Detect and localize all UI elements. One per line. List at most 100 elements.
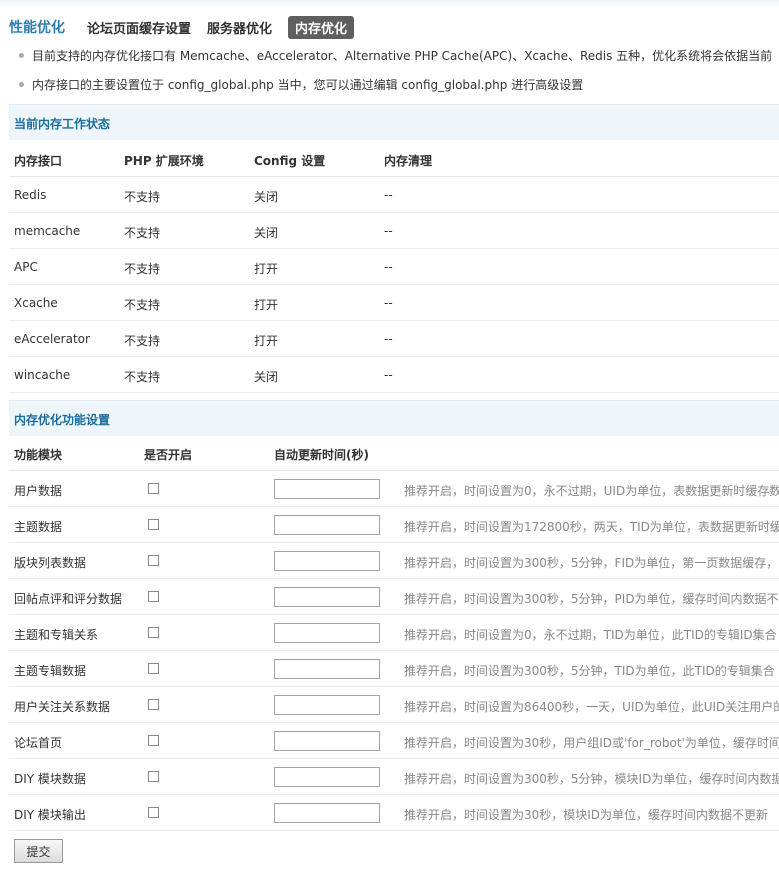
page-header: 性能优化 论坛页面缓存设置 服务器优化 内存优化 [9, 14, 370, 40]
enable-checkbox[interactable] [148, 807, 159, 818]
config-setting-cell: 打开 [254, 298, 279, 312]
tab-memory-optimization[interactable]: 内存优化 [288, 15, 355, 39]
enable-checkbox[interactable] [148, 555, 159, 566]
table-row: 主题和专辑关系 推荐开启，时间设置为0，永不过期，TID为单位，此TID的专辑ID… [9, 615, 779, 651]
column-header: 是否开启 [144, 448, 193, 462]
table-row: eAccelerator 不支持 打开 -- [9, 321, 779, 357]
table-row: 主题数据 推荐开启，时间设置为172800秒，两天，TID为单位，表数据更新时缓 [9, 507, 779, 543]
table-row: 回帖点评和评分数据 推荐开启，时间设置为300秒，5分钟，PID为单位，缓存时间内… [9, 579, 779, 615]
status-section-header: 当前内存工作状态 [9, 104, 779, 140]
module-description: 推荐开启，时间设置为300秒，5分钟，TID为单位，此TID的专辑集合 [404, 664, 775, 678]
memory-interface-cell: Xcache [14, 296, 58, 310]
module-name: DIY 模块输出 [14, 808, 86, 822]
settings-table-header: 功能模块 是否开启 自动更新时间(秒) [9, 435, 779, 471]
memory-clean-cell: -- [384, 224, 393, 238]
enable-checkbox[interactable] [148, 735, 159, 746]
php-extension-cell: 不支持 [124, 298, 161, 312]
tab-server-optimization[interactable]: 服务器优化 [207, 18, 272, 37]
module-description: 推荐开启，时间设置为0，永不过期，TID为单位，此TID的专辑ID集合 [404, 628, 777, 642]
ttl-input[interactable] [274, 587, 380, 607]
module-description: 推荐开启，时间设置为30秒，用户组ID或'for_robot'为单位，缓存时间 [404, 736, 779, 750]
ttl-input[interactable] [274, 515, 380, 535]
module-name: DIY 模块数据 [14, 772, 86, 786]
memory-clean-cell: -- [384, 368, 393, 382]
config-setting-cell: 关闭 [254, 370, 279, 384]
enable-checkbox[interactable] [148, 699, 159, 710]
module-name: 回帖点评和评分数据 [14, 592, 123, 606]
memory-interface-cell: Redis [14, 188, 47, 202]
tip-item: 目前支持的内存优化接口有 Memcache、eAccelerator、Alter… [19, 47, 772, 64]
memory-clean-cell: -- [384, 296, 393, 310]
tip-item: 内存接口的主要设置位于 config_global.php 当中，您可以通过编辑… [19, 76, 583, 93]
config-setting-cell: 打开 [254, 262, 279, 276]
module-description: 推荐开启，时间设置为0，永不过期，UID为单位，表数据更新时缓存数 [404, 484, 779, 498]
memory-clean-cell: -- [384, 260, 393, 274]
memory-interface-cell: memcache [14, 224, 81, 238]
table-row: APC 不支持 打开 -- [9, 249, 779, 285]
module-name: 论坛首页 [14, 736, 63, 750]
tip-text: 内存接口的主要设置位于 config_global.php 当中，您可以通过编辑… [32, 78, 584, 92]
table-row: 主题专辑数据 推荐开启，时间设置为300秒，5分钟，TID为单位，此TID的专辑集… [9, 651, 779, 687]
table-row: DIY 模块输出 推荐开启，时间设置为30秒，模块ID为单位，缓存时间内数据不更新 [9, 795, 779, 831]
tab-page-cache[interactable]: 论坛页面缓存设置 [87, 18, 191, 37]
module-description: 推荐开启，时间设置为172800秒，两天，TID为单位，表数据更新时缓 [404, 520, 779, 534]
table-row: wincache 不支持 关闭 -- [9, 357, 779, 393]
memory-clean-cell: -- [384, 332, 393, 346]
bullet-icon [19, 82, 24, 87]
module-description: 推荐开启，时间设置为300秒，5分钟，PID为单位，缓存时间内数据不 [404, 592, 779, 606]
module-description: 推荐开启，时间设置为300秒，5分钟，模块ID为单位，缓存时间内数据 [404, 772, 779, 786]
memory-interface-cell: eAccelerator [14, 332, 90, 346]
section-title: 内存优化功能设置 [14, 413, 111, 427]
ttl-input[interactable] [274, 479, 380, 499]
config-setting-cell: 关闭 [254, 190, 279, 204]
module-description: 推荐开启，时间设置为300秒，5分钟，FID为单位，第一页数据缓存， [404, 556, 779, 570]
module-name: 主题专辑数据 [14, 664, 87, 678]
module-name: 版块列表数据 [14, 556, 87, 570]
submit-button[interactable]: 提交 [14, 839, 63, 863]
table-row: 用户关注关系数据 推荐开启，时间设置为86400秒，一天，UID为单位，此UID关… [9, 687, 779, 723]
column-header: 内存接口 [14, 154, 63, 168]
enable-checkbox[interactable] [148, 771, 159, 782]
section-title: 当前内存工作状态 [14, 117, 111, 131]
php-extension-cell: 不支持 [124, 226, 161, 240]
ttl-input[interactable] [274, 659, 380, 679]
ttl-input[interactable] [274, 803, 380, 823]
ttl-input[interactable] [274, 731, 380, 751]
table-row: Xcache 不支持 打开 -- [9, 285, 779, 321]
php-extension-cell: 不支持 [124, 190, 161, 204]
bullet-icon [19, 53, 24, 58]
module-name: 主题数据 [14, 520, 63, 534]
memory-clean-cell: -- [384, 188, 393, 202]
ttl-input[interactable] [274, 695, 380, 715]
column-header: Config 设置 [254, 154, 326, 168]
table-row: 用户数据 推荐开启，时间设置为0，永不过期，UID为单位，表数据更新时缓存数 [9, 471, 779, 507]
php-extension-cell: 不支持 [124, 262, 161, 276]
table-row: memcache 不支持 关闭 -- [9, 213, 779, 249]
status-table-header: 内存接口 PHP 扩展环境 Config 设置 内存清理 [9, 141, 779, 177]
ttl-input[interactable] [274, 551, 380, 571]
enable-checkbox[interactable] [148, 591, 159, 602]
php-extension-cell: 不支持 [124, 370, 161, 384]
enable-checkbox[interactable] [148, 627, 159, 638]
module-description: 推荐开启，时间设置为30秒，模块ID为单位，缓存时间内数据不更新 [404, 808, 769, 822]
table-row: 版块列表数据 推荐开启，时间设置为300秒，5分钟，FID为单位，第一页数据缓存， [9, 543, 779, 579]
column-header: 功能模块 [14, 448, 63, 462]
enable-checkbox[interactable] [148, 519, 159, 530]
ttl-input[interactable] [274, 623, 380, 643]
memory-interface-cell: wincache [14, 368, 71, 382]
top-bar [0, 0, 779, 8]
table-row: Redis 不支持 关闭 -- [9, 177, 779, 213]
module-name: 用户关注关系数据 [14, 700, 111, 714]
enable-checkbox[interactable] [148, 483, 159, 494]
config-setting-cell: 打开 [254, 334, 279, 348]
settings-section-header: 内存优化功能设置 [9, 400, 779, 436]
config-setting-cell: 关闭 [254, 226, 279, 240]
table-row: DIY 模块数据 推荐开启，时间设置为300秒，5分钟，模块ID为单位，缓存时间内… [9, 759, 779, 795]
column-header: PHP 扩展环境 [124, 154, 204, 168]
module-name: 主题和专辑关系 [14, 628, 99, 642]
php-extension-cell: 不支持 [124, 334, 161, 348]
memory-interface-cell: APC [14, 260, 38, 274]
enable-checkbox[interactable] [148, 663, 159, 674]
ttl-input[interactable] [274, 767, 380, 787]
column-header: 自动更新时间(秒) [274, 448, 369, 462]
